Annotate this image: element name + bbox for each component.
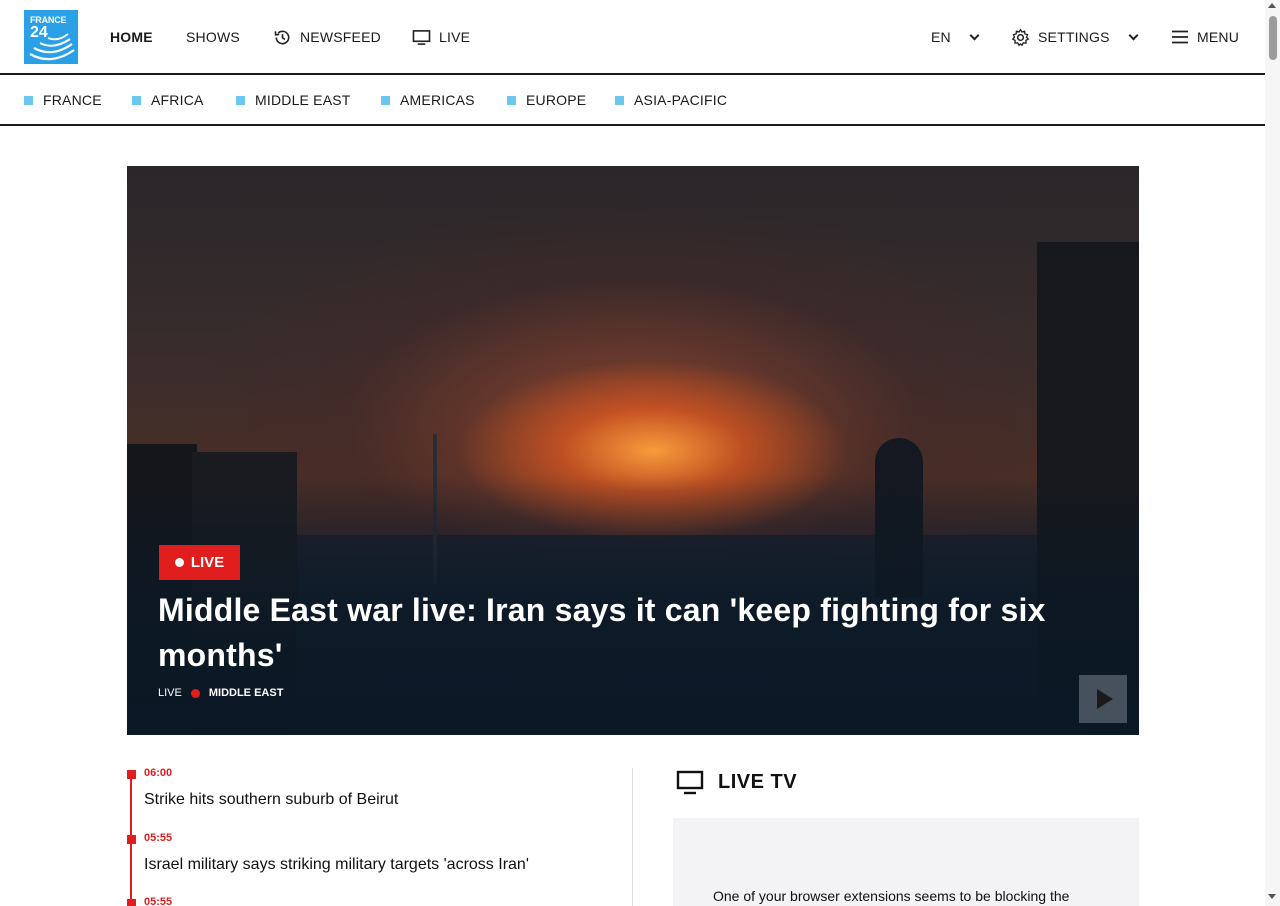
chevron-down-icon xyxy=(969,30,980,40)
hero-headline[interactable]: Middle East war live: Iran says it can '… xyxy=(158,588,1108,678)
timeline-time: 05:55 xyxy=(144,896,173,906)
livetv-header: LIVE TV xyxy=(676,770,797,795)
play-icon xyxy=(1097,689,1113,709)
blocker-warning-text: One of your browser extensions seems to … xyxy=(713,888,1070,904)
timeline-time: 06:00 xyxy=(144,767,173,779)
settings-dropdown[interactable]: SETTINGS xyxy=(1011,27,1139,47)
hamburger-icon xyxy=(1172,30,1188,44)
nav-live-label: LIVE xyxy=(439,29,471,45)
nav-home[interactable]: HOME xyxy=(110,27,153,47)
menu-label: MENU xyxy=(1197,29,1240,45)
region-link-asia-pacific[interactable]: ASIA-PACIFIC xyxy=(615,92,727,108)
region-link-europe[interactable]: EUROPE xyxy=(507,92,586,108)
region-navigation-bar: FRANCE AFRICA MIDDLE EAST AMERICAS EUROP… xyxy=(0,75,1265,126)
timeline-text[interactable]: Israel military says striking military t… xyxy=(144,856,529,874)
timeline-time: 05:55 xyxy=(144,832,173,844)
region-link-middle-east[interactable]: MIDDLE EAST xyxy=(236,92,351,108)
france24-logo[interactable]: FRANCE 24 xyxy=(24,10,78,64)
history-icon xyxy=(274,30,290,44)
nav-shows-label: SHOWS xyxy=(186,29,240,45)
region-link-americas[interactable]: AMERICAS xyxy=(381,92,475,108)
region-label: FRANCE xyxy=(43,92,102,108)
livetv-player[interactable]: One of your browser extensions seems to … xyxy=(673,818,1139,906)
square-bullet-icon xyxy=(24,95,33,105)
nav-newsfeed-label: NEWSFEED xyxy=(300,29,381,45)
nav-home-label: HOME xyxy=(110,29,153,45)
live-badge-label: LIVE xyxy=(190,554,225,571)
scrollbar-thumb[interactable] xyxy=(1269,16,1277,60)
settings-label: SETTINGS xyxy=(1038,29,1110,45)
tv-icon xyxy=(676,770,704,795)
tv-icon xyxy=(412,29,431,45)
square-bullet-icon xyxy=(615,95,624,105)
language-selector[interactable]: EN xyxy=(931,27,980,47)
column-divider xyxy=(632,768,633,906)
hero-meta-live: LIVE xyxy=(158,687,182,699)
top-navigation-bar: FRANCE 24 HOME SHOWS NEWSFEED LIVE EN SE… xyxy=(0,0,1265,75)
timeline-marker xyxy=(127,835,136,844)
live-badge: LIVE xyxy=(159,545,240,580)
square-bullet-icon xyxy=(236,95,245,105)
square-bullet-icon xyxy=(132,95,141,105)
hero-article[interactable]: LIVE Middle East war live: Iran says it … xyxy=(127,166,1139,735)
nav-live[interactable]: LIVE xyxy=(412,27,470,47)
square-bullet-icon xyxy=(507,95,516,105)
language-label: EN xyxy=(931,29,951,45)
livetv-title: LIVE TV xyxy=(718,771,798,793)
nav-shows[interactable]: SHOWS xyxy=(186,27,240,47)
live-dot-icon xyxy=(174,558,184,567)
gear-icon xyxy=(1011,27,1030,46)
region-link-france[interactable]: FRANCE xyxy=(24,92,102,108)
red-dot-icon xyxy=(190,688,200,698)
region-label: AFRICA xyxy=(151,92,204,108)
region-link-africa[interactable]: AFRICA xyxy=(132,92,204,108)
menu-button[interactable]: MENU xyxy=(1171,27,1239,47)
hero-meta: LIVE MIDDLE EAST xyxy=(158,687,283,699)
timeline-marker xyxy=(127,770,136,779)
scroll-up-arrow-icon[interactable] xyxy=(1268,3,1276,8)
region-label: EUROPE xyxy=(526,92,587,108)
square-bullet-icon xyxy=(381,95,390,105)
scroll-down-arrow-icon[interactable] xyxy=(1268,894,1276,899)
region-label: MIDDLE EAST xyxy=(255,92,351,108)
region-label: ASIA-PACIFIC xyxy=(634,92,728,108)
hero-meta-category[interactable]: MIDDLE EAST xyxy=(209,687,284,699)
page-scrollbar[interactable] xyxy=(1265,0,1280,906)
play-button[interactable] xyxy=(1079,675,1127,723)
chevron-down-icon xyxy=(1128,30,1139,40)
region-label: AMERICAS xyxy=(400,92,475,108)
timeline-marker xyxy=(127,899,136,906)
logo-text-24: 24 xyxy=(30,24,48,41)
timeline-text[interactable]: Strike hits southern suburb of Beirut xyxy=(144,791,398,809)
nav-newsfeed[interactable]: NEWSFEED xyxy=(273,27,381,47)
